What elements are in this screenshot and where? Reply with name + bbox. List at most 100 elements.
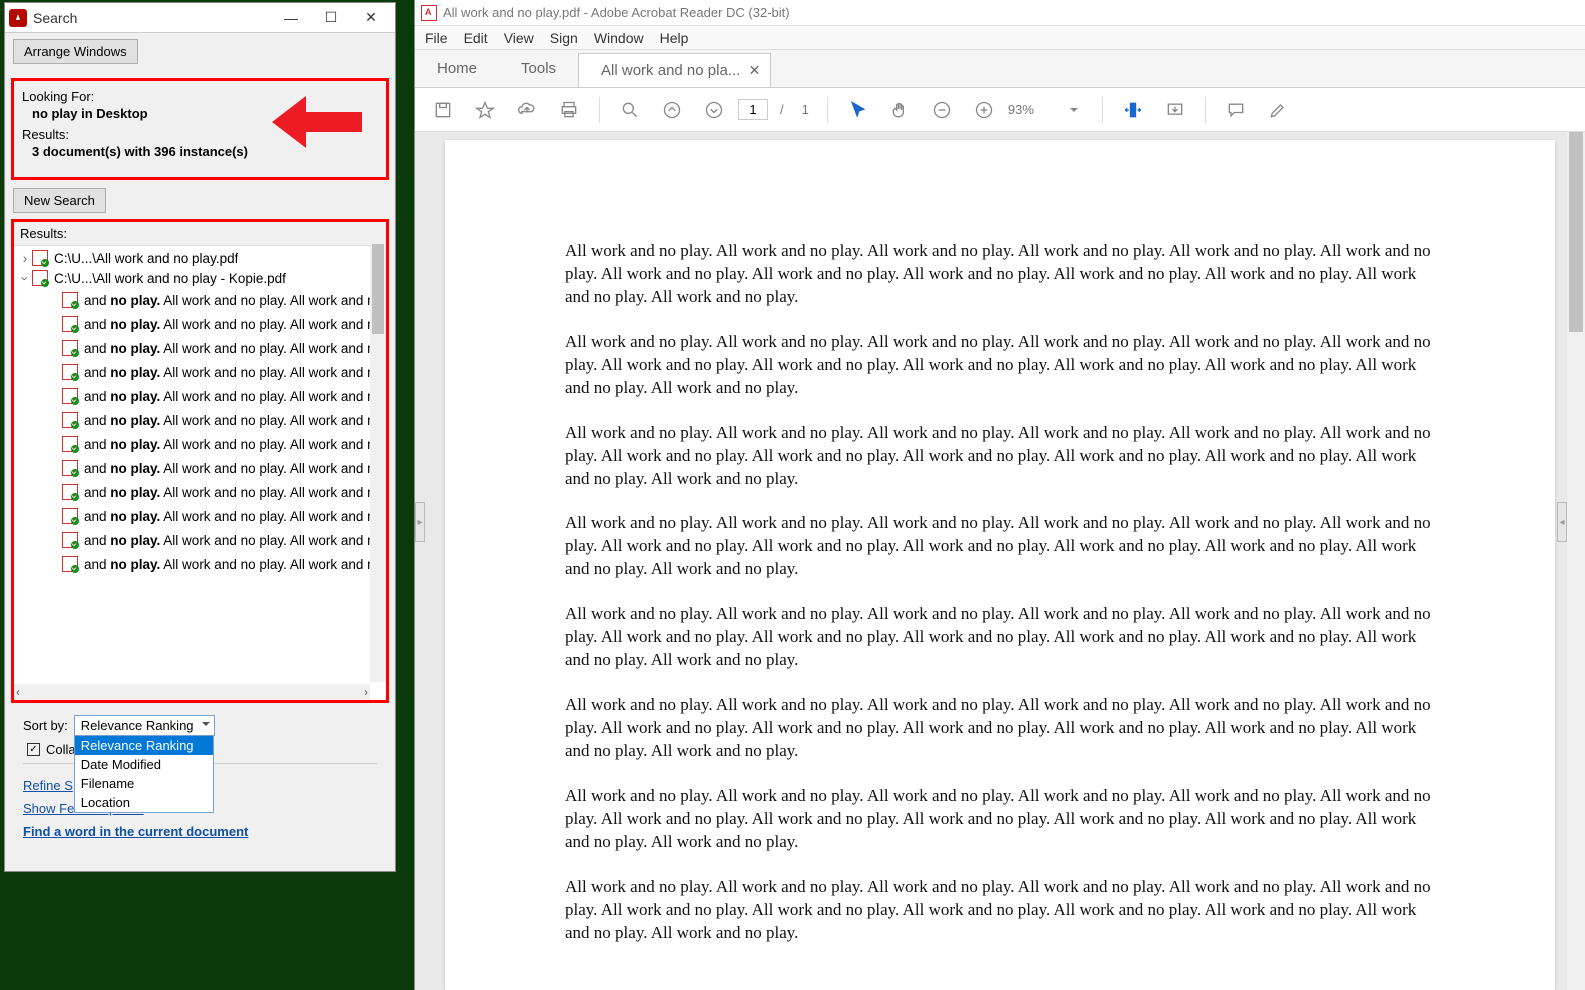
pdf-icon [62, 340, 78, 356]
tree-node-file-1[interactable]: › C:\U...\All work and no play.pdf [14, 248, 386, 268]
menu-window[interactable]: Window [594, 30, 644, 46]
fit-width-icon[interactable] [1115, 92, 1151, 128]
results-scrollbar-horizontal[interactable]: ‹ › [14, 684, 370, 700]
menu-file[interactable]: File [425, 30, 448, 46]
paragraph: All work and no play. All work and no pl… [565, 331, 1435, 400]
tab-close-icon[interactable]: ✕ [749, 62, 761, 79]
pdf-icon [62, 436, 78, 452]
cloud-icon[interactable] [509, 92, 545, 128]
maximize-button[interactable]: ☐ [311, 3, 351, 33]
arrange-windows-button[interactable]: Arrange Windows [13, 39, 138, 64]
page-number-input[interactable] [738, 99, 768, 120]
results-panel: Results: › C:\U...\All work and no play.… [11, 219, 389, 703]
menu-edit[interactable]: Edit [464, 30, 488, 46]
scrollbar-thumb[interactable] [372, 244, 384, 334]
sort-option-relevance[interactable]: Relevance Ranking [75, 736, 213, 755]
comment-icon[interactable] [1218, 92, 1254, 128]
zoom-find-icon[interactable] [612, 92, 648, 128]
read-mode-icon[interactable] [1157, 92, 1193, 128]
sort-option-date[interactable]: Date Modified [75, 755, 213, 774]
zoom-level: 93% [1008, 102, 1048, 117]
match-text: and no play. All work and no play. All w… [84, 389, 382, 404]
match-text: and no play. All work and no play. All w… [84, 533, 382, 548]
save-icon[interactable] [425, 92, 461, 128]
search-match[interactable]: and no play. All work and no play. All w… [14, 312, 386, 336]
acrobat-titlebar: All work and no play.pdf - Adobe Acrobat… [415, 0, 1585, 26]
toolbar-separator [599, 97, 600, 123]
collapse-checkbox[interactable]: ✓ [27, 743, 40, 756]
window-controls: — ☐ ✕ [271, 3, 391, 33]
search-match[interactable]: and no play. All work and no play. All w… [14, 528, 386, 552]
scrollbar-thumb[interactable] [1569, 132, 1583, 332]
scroll-right-icon[interactable]: › [364, 685, 368, 699]
close-button[interactable]: ✕ [351, 3, 391, 33]
tree-file-path: C:\U...\All work and no play.pdf [54, 251, 238, 266]
zoom-in-icon[interactable] [966, 92, 1002, 128]
panel-handle-right[interactable]: ◂ [1557, 502, 1567, 542]
find-word-link[interactable]: Find a word in the current document [23, 824, 377, 839]
search-titlebar: Search — ☐ ✕ [5, 3, 395, 33]
pdf-icon [62, 532, 78, 548]
tree-file-path: C:\U...\All work and no play - Kopie.pdf [54, 271, 286, 286]
document-scrollbar[interactable] [1567, 132, 1585, 990]
results-scrollbar-vertical[interactable] [370, 244, 386, 682]
panel-handle-left[interactable]: ▸ [415, 502, 425, 542]
sort-row: Sort by: Relevance Ranking Relevance Ran… [5, 709, 395, 738]
acrobat-tabs: Home Tools All work and no pla... ✕ [415, 50, 1585, 88]
page-separator: / [774, 102, 790, 117]
results-tree: › C:\U...\All work and no play.pdf › C:\… [14, 246, 386, 676]
acrobat-window: All work and no play.pdf - Adobe Acrobat… [414, 0, 1585, 990]
sort-dropdown-list: Relevance Ranking Date Modified Filename… [74, 735, 214, 813]
scroll-left-icon[interactable]: ‹ [16, 685, 20, 699]
search-match[interactable]: and no play. All work and no play. All w… [14, 384, 386, 408]
sort-option-filename[interactable]: Filename [75, 774, 213, 793]
tab-home[interactable]: Home [415, 50, 499, 87]
collapse-icon[interactable]: › [18, 271, 33, 285]
page-up-icon[interactable] [654, 92, 690, 128]
acrobat-toolbar: / 1 93% [415, 88, 1585, 132]
pdf-icon [62, 388, 78, 404]
menu-help[interactable]: Help [660, 30, 689, 46]
match-text: and no play. All work and no play. All w… [84, 413, 382, 428]
print-icon[interactable] [551, 92, 587, 128]
paragraph: All work and no play. All work and no pl… [565, 876, 1435, 945]
pdf-icon [62, 412, 78, 428]
select-tool-icon[interactable] [840, 92, 876, 128]
search-match[interactable]: and no play. All work and no play. All w… [14, 552, 386, 576]
search-match[interactable]: and no play. All work and no play. All w… [14, 360, 386, 384]
new-search-button[interactable]: New Search [13, 188, 106, 213]
tab-document[interactable]: All work and no pla... ✕ [578, 53, 771, 87]
match-text: and no play. All work and no play. All w… [84, 365, 382, 380]
toolbar-separator [1205, 97, 1206, 123]
match-text: and no play. All work and no play. All w… [84, 485, 382, 500]
search-match[interactable]: and no play. All work and no play. All w… [14, 336, 386, 360]
search-match[interactable]: and no play. All work and no play. All w… [14, 408, 386, 432]
search-match[interactable]: and no play. All work and no play. All w… [14, 432, 386, 456]
page-down-icon[interactable] [696, 92, 732, 128]
acrobat-menubar: File Edit View Sign Window Help [415, 26, 1585, 50]
menu-sign[interactable]: Sign [550, 30, 578, 46]
pdf-file-icon [421, 5, 437, 21]
tab-tools[interactable]: Tools [499, 50, 578, 87]
pdf-icon [62, 508, 78, 524]
search-match[interactable]: and no play. All work and no play. All w… [14, 480, 386, 504]
tree-node-file-2[interactable]: › C:\U...\All work and no play - Kopie.p… [14, 268, 386, 288]
menu-view[interactable]: View [504, 30, 534, 46]
paragraph: All work and no play. All work and no pl… [565, 785, 1435, 854]
document-viewport: ▸ ◂ All work and no play. All work and n… [415, 132, 1585, 990]
star-icon[interactable] [467, 92, 503, 128]
search-match[interactable]: and no play. All work and no play. All w… [14, 288, 386, 312]
results-count-value: 3 document(s) with 396 instance(s) [32, 144, 378, 159]
search-match[interactable]: and no play. All work and no play. All w… [14, 504, 386, 528]
sort-option-location[interactable]: Location [75, 793, 213, 812]
pdf-icon [62, 316, 78, 332]
search-match[interactable]: and no play. All work and no play. All w… [14, 456, 386, 480]
hand-tool-icon[interactable] [882, 92, 918, 128]
expand-icon[interactable]: › [18, 251, 32, 266]
toolbar-separator [827, 97, 828, 123]
highlight-icon[interactable] [1260, 92, 1296, 128]
zoom-dropdown-icon[interactable] [1054, 92, 1090, 128]
minimize-button[interactable]: — [271, 3, 311, 33]
sort-dropdown[interactable]: Relevance Ranking [74, 715, 215, 736]
zoom-out-icon[interactable] [924, 92, 960, 128]
